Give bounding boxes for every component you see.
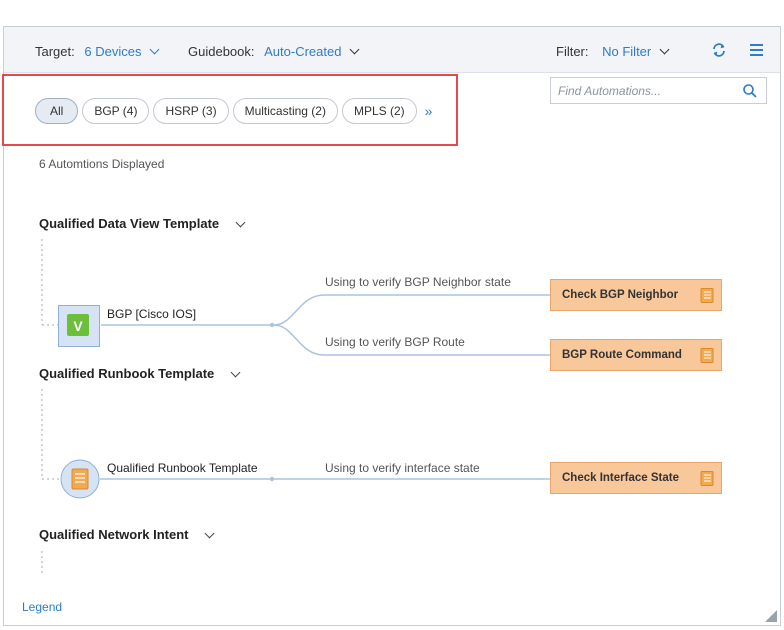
runbook-icon [700,348,714,363]
section-title-text: Qualified Data View Template [39,216,220,231]
automation-panel: Target: 6 Devices Guidebook: Auto-Create… [2,26,781,626]
runbook-node-icon[interactable] [60,459,100,499]
action-check-bgp-neighbor[interactable]: Check BGP Neighbor [550,279,722,311]
link-label: Using to verify interface state [325,461,480,475]
chevron-down-icon[interactable] [235,217,246,228]
chevron-down-icon[interactable] [230,367,241,378]
svg-text:V: V [73,318,83,334]
action-label: Check Interface State [562,472,679,484]
link-label: Using to verify BGP Neighbor state [325,275,511,289]
action-bgp-route-command[interactable]: BGP Route Command [550,339,722,371]
section-data-view-title[interactable]: Qualified Data View Template [39,216,246,231]
section-runbook-title[interactable]: Qualified Runbook Template [39,366,241,381]
action-check-interface-state[interactable]: Check Interface State [550,462,722,494]
section-network-intent-title[interactable]: Qualified Network Intent [39,527,215,542]
runbook-node-label: Qualified Runbook Template [107,461,258,475]
runbook-icon [700,471,714,486]
legend-link[interactable]: Legend [22,600,62,614]
section-title-text: Qualified Network Intent [39,527,189,542]
chevron-down-icon[interactable] [204,528,215,539]
runbook-icon [700,288,714,303]
data-view-node-icon[interactable]: V [58,305,100,347]
section-title-text: Qualified Runbook Template [39,366,215,381]
resize-handle-icon[interactable] [765,610,777,622]
action-label: BGP Route Command [562,349,682,361]
data-view-node-label: BGP [Cisco IOS] [107,307,197,321]
link-label: Using to verify BGP Route [325,335,465,349]
action-label: Check BGP Neighbor [562,289,679,301]
